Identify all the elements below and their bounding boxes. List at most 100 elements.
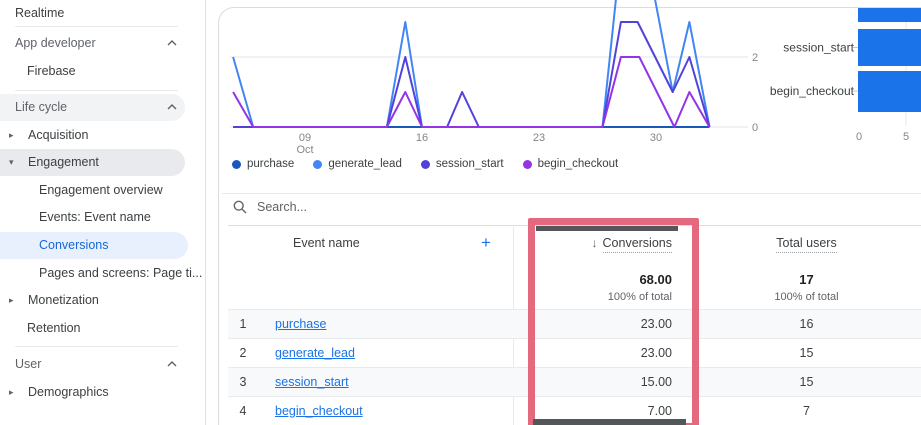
search-icon (233, 200, 247, 214)
sidebar-item-label: Engagement overview (39, 182, 163, 197)
table-row[interactable]: 3 session_start 15.00 15 (228, 367, 921, 397)
sidebar-section-divider (15, 346, 178, 347)
totals-total-users-share: 100% of total (774, 291, 839, 303)
sidebar-item-events-event-name[interactable]: Events: Event name (0, 204, 205, 231)
event-name-cell: session_start (275, 368, 505, 397)
sidebar-item-label: Retention (27, 320, 81, 335)
total-users-cell: 15 (799, 375, 814, 389)
column-header-conversions[interactable]: ↓ Conversions (513, 235, 672, 253)
event-name-cell: generate_lead (275, 339, 505, 368)
row-number: 3 (239, 375, 247, 389)
column-header-event-name[interactable]: Event name (293, 235, 360, 251)
totals-total-users: 17 (799, 272, 814, 287)
chevron-up-icon[interactable] (167, 360, 177, 367)
conversions-line-chart[interactable]: 2 0 09Oct 16 23 30 (222, 0, 778, 156)
row-number: 1 (239, 317, 247, 331)
search-input[interactable]: Search... (233, 200, 307, 214)
bar-session_start[interactable] (858, 29, 921, 66)
table-row[interactable]: 4 begin_checkout 7.00 7 (228, 396, 921, 425)
sort-descending-icon: ↓ (591, 236, 598, 250)
table-top-border (228, 225, 921, 226)
x-axis-label: 23 (533, 132, 545, 144)
table-row[interactable]: 1 purchase 23.00 16 (228, 309, 921, 339)
report-sidebar: Realtime App developer Firebase Life cycle ▸… (0, 0, 205, 425)
sidebar-item-conversions[interactable]: Conversions (0, 231, 205, 259)
legend-item-generate_lead[interactable]: generate_lead (313, 158, 402, 170)
sidebar-item-engagement[interactable]: ▾ Engagement (0, 148, 205, 176)
expand-arrow-icon[interactable]: ▸ (9, 287, 14, 314)
table-row[interactable]: 2 generate_lead 23.00 15 (228, 338, 921, 368)
event-link[interactable]: session_start (275, 375, 349, 389)
x-axis-label: 09 (299, 132, 311, 144)
sidebar-item-life-cycle[interactable]: Life cycle (0, 93, 205, 121)
x-axis-label: 16 (416, 132, 428, 144)
sidebar-divider (205, 0, 206, 425)
divider (222, 193, 921, 194)
sidebar-item-label: Acquisition (28, 127, 89, 142)
sidebar-item-engagement-overview[interactable]: Engagement overview (0, 177, 205, 204)
sidebar-item-user[interactable]: User (0, 351, 205, 378)
expand-arrow-icon[interactable]: ▸ (9, 122, 14, 149)
bar-x-axis-label: 5 (903, 131, 909, 143)
sidebar-item-realtime[interactable]: Realtime (0, 0, 205, 27)
sidebar-item-monetization[interactable]: ▸ Monetization (0, 287, 205, 314)
bar-begin_checkout[interactable] (858, 71, 921, 112)
sidebar-item-retention[interactable]: Retention (0, 315, 205, 342)
legend-dot-icon (232, 159, 241, 169)
totals-conversions: 68.00 (639, 272, 672, 287)
event-link[interactable]: begin_checkout (275, 404, 363, 418)
sidebar-item-demographics[interactable]: ▸ Demographics (0, 379, 205, 406)
search-placeholder: Search... (257, 200, 308, 214)
collapse-arrow-icon[interactable]: ▾ (9, 149, 14, 176)
sidebar-section-divider (15, 26, 178, 27)
chevron-up-icon[interactable] (167, 39, 177, 46)
column-header-total-users[interactable]: Total users (692, 235, 921, 253)
sidebar-item-label: Pages and screens: Page ti... (39, 265, 203, 280)
legend-dot-icon (522, 159, 532, 169)
totals-conversions-share: 100% of total (607, 291, 672, 303)
conversions-bar-chart[interactable]: session_start begin_checkout 0 5 (770, 0, 921, 148)
bar-x-axis-label: 0 (856, 131, 862, 143)
line-series-session_start[interactable] (233, 21, 711, 128)
add-dimension-button[interactable]: + (481, 233, 491, 253)
legend-dot-icon (420, 159, 430, 169)
legend-item-session_start[interactable]: session_start (420, 158, 504, 170)
row-number: 4 (239, 404, 247, 418)
event-name-cell: begin_checkout (275, 397, 505, 425)
row-number: 2 (239, 346, 247, 360)
line-series-generate_lead[interactable] (232, 0, 711, 128)
sidebar-item-label: Life cycle (15, 99, 68, 114)
sidebar-item-label: Demographics (28, 384, 109, 399)
legend-item-purchase[interactable]: purchase (232, 158, 294, 170)
conversions-cell: 7.00 (647, 404, 672, 418)
sidebar-item-label: Firebase (27, 63, 76, 78)
sidebar-item-label: Events: Event name (39, 209, 151, 224)
sidebar-item-label: Realtime (15, 5, 65, 20)
conversions-cell: 23.00 (640, 346, 672, 360)
y-axis-label: 2 (752, 52, 758, 64)
conversions-cell: 15.00 (640, 375, 672, 389)
total-users-cell: 15 (799, 346, 814, 360)
expand-arrow-icon[interactable]: ▸ (9, 379, 14, 406)
legend-item-begin_checkout[interactable]: begin_checkout (522, 158, 619, 170)
legend-label: generate_lead (328, 158, 402, 170)
sidebar-item-pages-and-screens-page-ti[interactable]: Pages and screens: Page ti... (0, 260, 205, 287)
sidebar-item-firebase[interactable]: Firebase (0, 58, 205, 85)
sidebar-item-label: Engagement (28, 154, 99, 169)
conversions-cell: 23.00 (640, 317, 672, 331)
bar-cropped[interactable] (858, 8, 921, 22)
y-axis-label: 0 (752, 122, 758, 134)
sidebar-item-label: User (15, 356, 42, 371)
x-axis-label: 30 (650, 132, 662, 144)
legend-label: begin_checkout (537, 158, 619, 170)
event-name-cell: purchase (275, 310, 505, 339)
chevron-up-icon[interactable] (167, 103, 177, 110)
legend-label: purchase (247, 158, 295, 170)
event-link[interactable]: purchase (275, 317, 326, 331)
total-users-cell: 7 (803, 404, 810, 418)
line-series-begin_checkout[interactable] (232, 56, 711, 128)
event-link[interactable]: generate_lead (275, 346, 355, 360)
sidebar-item-label: Conversions (39, 237, 109, 252)
sidebar-item-app-developer[interactable]: App developer (0, 30, 205, 57)
sidebar-item-acquisition[interactable]: ▸ Acquisition (0, 122, 205, 149)
